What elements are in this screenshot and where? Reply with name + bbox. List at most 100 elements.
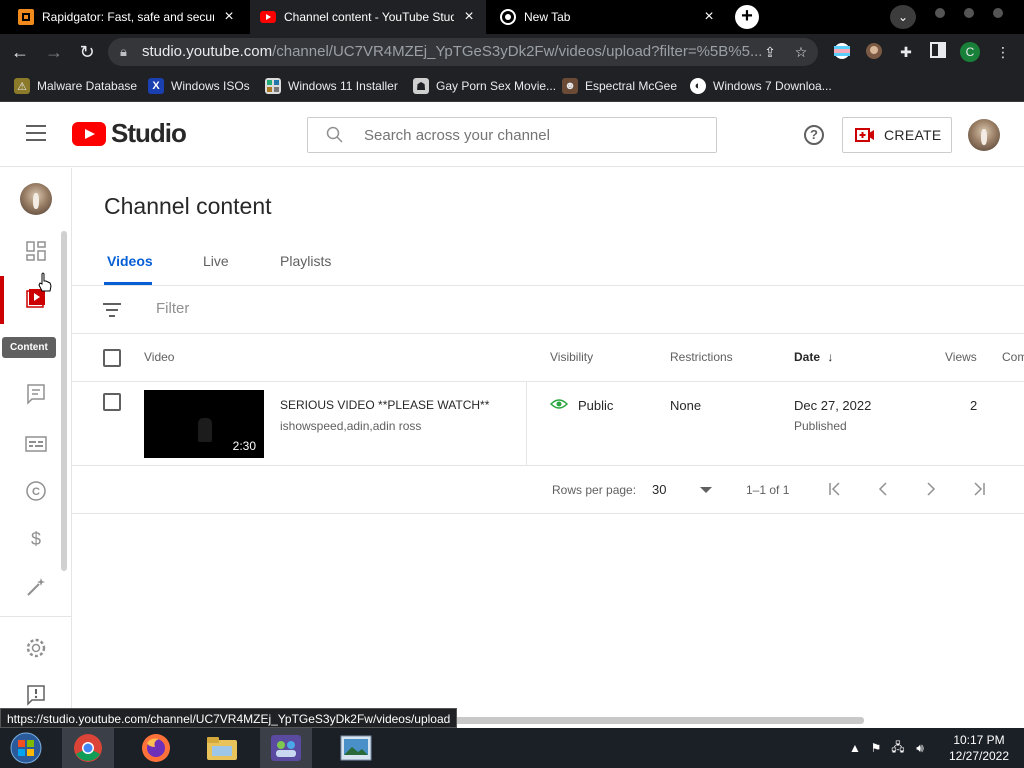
close-tab-icon[interactable]: × — [462, 9, 476, 25]
taskbar-firefox[interactable] — [130, 728, 182, 768]
column-date[interactable]: Date ↓ — [794, 350, 833, 364]
tab-rapidgator[interactable]: Rapidgator: Fast, safe and secure × — [8, 0, 246, 34]
tab-videos[interactable]: Videos — [107, 253, 153, 269]
share-icon[interactable]: ⇪ — [760, 42, 780, 62]
settings-gear-icon[interactable] — [24, 636, 48, 660]
video-duration: 2:30 — [232, 439, 256, 453]
rapidgator-icon — [18, 9, 34, 25]
column-restrictions[interactable]: Restrictions — [670, 350, 733, 364]
customization-wand-icon[interactable] — [24, 575, 48, 599]
extension-avatar-icon[interactable] — [864, 42, 884, 62]
close-tab-icon[interactable]: × — [222, 9, 236, 25]
bookmark-label: Windows 7 Downloa... — [713, 79, 832, 93]
malware-icon: ⚠ — [14, 78, 30, 94]
create-label: CREATE — [884, 127, 942, 143]
rail-scrollbar[interactable] — [61, 231, 67, 571]
action-center-flag-icon[interactable]: ⚑ — [865, 741, 887, 755]
youtube-logo-icon[interactable] — [72, 122, 106, 146]
column-visibility[interactable]: Visibility — [550, 350, 593, 364]
bookmark-site[interactable]: ☗ Gay Porn Sex Movie... — [413, 77, 556, 95]
tab-playlists[interactable]: Playlists — [280, 253, 331, 269]
account-avatar[interactable] — [968, 119, 1000, 151]
eye-icon — [550, 399, 568, 409]
tab-title: Channel content - YouTube Studio — [284, 10, 454, 24]
select-all-checkbox[interactable] — [103, 349, 121, 367]
show-hidden-icons-icon[interactable]: ▲ — [845, 741, 865, 755]
installer-icon — [265, 78, 281, 94]
channel-avatar[interactable] — [20, 183, 52, 215]
bookmark-windows-11-installer[interactable]: Windows 11 Installer — [265, 77, 398, 95]
side-panel-icon[interactable] — [928, 42, 948, 62]
video-thumbnail[interactable]: 2:30 — [144, 390, 264, 458]
channel-search[interactable] — [307, 117, 717, 153]
x-icon: X — [148, 78, 164, 94]
create-button[interactable]: CREATE — [842, 117, 952, 153]
first-page-icon[interactable] — [826, 480, 844, 498]
last-page-icon[interactable] — [970, 480, 988, 498]
bookmark-malware-database[interactable]: ⚠ Malware Database — [14, 77, 137, 95]
thumbnail-figure — [198, 418, 212, 442]
video-title[interactable]: SERIOUS VIDEO **PLEASE WATCH** — [280, 398, 489, 412]
row-checkbox[interactable] — [103, 393, 121, 411]
visibility-dropdown[interactable]: Public — [578, 398, 613, 413]
bookmark-espectral-mcgee[interactable]: ☻ Espectral McGee — [562, 77, 677, 95]
horizontal-scrollbar[interactable] — [438, 717, 864, 724]
status-bar-url: https://studio.youtube.com/channel/UC7VR… — [0, 708, 458, 728]
profile-avatar[interactable]: C — [960, 42, 980, 62]
column-views[interactable]: Views — [945, 350, 977, 364]
subtitles-icon[interactable] — [24, 432, 48, 456]
taskbar-photo-viewer[interactable] — [330, 728, 382, 768]
feedback-icon[interactable] — [24, 683, 48, 707]
taskbar-chrome[interactable] — [62, 728, 114, 768]
column-comments[interactable]: Com — [1002, 350, 1024, 364]
sort-down-arrow-icon: ↓ — [827, 350, 834, 364]
bookmarks-bar: ⚠ Malware Database X Windows ISOs Window… — [0, 70, 1024, 102]
hamburger-menu-icon[interactable] — [26, 125, 46, 141]
bookmark-windows-7-download[interactable]: ◐ Windows 7 Downloa... — [690, 77, 832, 95]
caret-down-icon[interactable] — [700, 487, 712, 493]
tab-live[interactable]: Live — [203, 253, 229, 269]
close-tab-icon[interactable]: × — [702, 9, 716, 25]
maximize-button[interactable] — [964, 8, 974, 18]
menu-kebab-icon[interactable]: ⋮ — [993, 42, 1013, 62]
tab-youtube-studio[interactable]: Channel content - YouTube Studio × — [250, 0, 486, 34]
extensions-puzzle-icon[interactable]: ✚ — [896, 42, 916, 62]
tab-new-tab[interactable]: New Tab × — [490, 0, 726, 34]
next-page-icon[interactable] — [922, 480, 940, 498]
reload-icon[interactable]: ↻ — [75, 40, 99, 64]
bookmark-windows-isos[interactable]: X Windows ISOs — [148, 77, 250, 95]
address-bar[interactable]: 🔒︎ studio.youtube.com/channel/UC7VR4MZEj… — [108, 38, 818, 66]
volume-icon[interactable]: 🔊︎ — [909, 741, 931, 756]
forward-arrow-icon[interactable]: → — [42, 40, 66, 64]
svg-text:C: C — [32, 486, 40, 498]
table-row[interactable]: 2:30 SERIOUS VIDEO **PLEASE WATCH** isho… — [72, 382, 1024, 466]
new-tab-button[interactable]: + — [735, 5, 759, 29]
minimize-button[interactable] — [935, 8, 945, 18]
copyright-icon[interactable]: C — [24, 479, 48, 503]
tab-title: New Tab — [524, 10, 571, 24]
studio-logo-text[interactable]: Studio — [111, 118, 187, 149]
search-input[interactable] — [364, 118, 704, 152]
views-count: 2 — [970, 398, 978, 413]
start-button[interactable] — [0, 728, 52, 768]
help-icon[interactable]: ? — [804, 125, 824, 145]
dashboard-icon[interactable] — [24, 239, 48, 263]
bookmark-star-icon[interactable]: ☆ — [791, 42, 811, 62]
close-window-button[interactable] — [993, 8, 1003, 18]
rows-per-page-select[interactable]: 30 — [652, 482, 666, 497]
taskbar-clock[interactable]: 10:17 PM 12/27/2022 — [944, 732, 1014, 764]
monetization-icon[interactable]: $ — [24, 527, 48, 551]
back-arrow-icon[interactable]: ← — [8, 40, 32, 64]
filter-bar[interactable]: Filter — [72, 286, 1024, 334]
filter-input[interactable]: Filter — [156, 300, 189, 317]
previous-page-icon[interactable] — [874, 480, 892, 498]
column-video[interactable]: Video — [144, 350, 174, 364]
extension-flag-icon[interactable] — [832, 42, 852, 62]
taskbar-people-app[interactable] — [260, 728, 312, 768]
comments-icon[interactable] — [24, 382, 48, 406]
network-icon[interactable]: 🖧︎ — [887, 738, 909, 759]
taskbar-file-explorer[interactable] — [196, 728, 248, 768]
url-path: /channel/UC7VR4MZEj_YpTGeS3yDk2Fw/videos… — [272, 43, 763, 60]
tab-search-chevron-icon[interactable]: ⌄ — [890, 5, 916, 29]
filter-icon[interactable] — [103, 303, 121, 317]
